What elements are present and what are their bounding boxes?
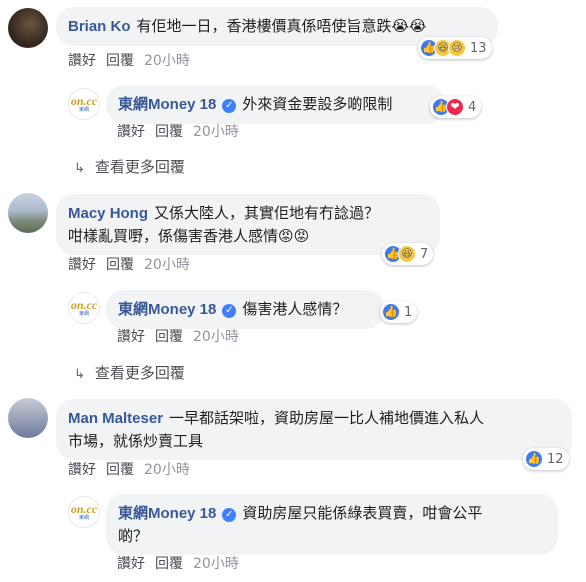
reaction-count: 12 [547, 451, 564, 467]
avatar[interactable] [8, 193, 48, 233]
reply-actions: 讚好 回覆 20小時 [117, 328, 249, 346]
reply-actions: 讚好 回覆 20小時 [117, 123, 249, 141]
timestamp[interactable]: 20小時 [144, 257, 190, 273]
reply-bubble: 東網Money 18 ✓ 外來資金要設多啲限制 [106, 85, 444, 124]
comment-text-line1: 又係大陸人，其實佢地有冇諗過？ [154, 204, 380, 222]
on-cc-logo: on.cc 東網 [68, 496, 100, 528]
verified-icon: ✓ [222, 508, 237, 522]
avatar[interactable] [8, 8, 48, 48]
like-button[interactable]: 讚好 [117, 556, 145, 572]
avatar[interactable]: on.cc 東網 [68, 292, 100, 324]
sad-icon: 😢 [448, 39, 466, 57]
haha-icon: 😆 [398, 245, 416, 263]
reaction-count: 7 [420, 246, 429, 262]
comment-text-line2: 市場，就係炒賣工具 [68, 432, 204, 450]
comment-text-line2: 咁樣亂買嘢，係傷害香港人感情😡😡 [68, 227, 310, 245]
avatar[interactable]: on.cc 東網 [68, 88, 100, 120]
avatar[interactable]: on.cc 東網 [68, 496, 100, 528]
verified-icon: ✓ [222, 99, 237, 113]
comment-author[interactable]: Brian Ko [68, 18, 131, 35]
reaction-summary[interactable]: 👍 ❤ 4 [430, 96, 482, 118]
reply-arrow-icon: ↳ [74, 367, 85, 382]
like-icon: 👍 [525, 450, 543, 468]
reply-text-line1: 資助房屋只能係綠表買賣，咁會公平 [242, 504, 483, 522]
verified-icon: ✓ [222, 304, 237, 318]
reply-author[interactable]: 東網Money 18 [118, 96, 216, 113]
reply-button[interactable]: 回覆 [106, 462, 134, 478]
on-cc-logo: on.cc 東網 [68, 292, 100, 324]
reply-text: 傷害港人感情？ [242, 300, 348, 318]
like-button[interactable]: 讚好 [68, 462, 96, 478]
comment-actions: 讚好 回覆 20小時 [68, 52, 200, 70]
timestamp[interactable]: 20小時 [144, 53, 190, 69]
reaction-summary[interactable]: 👍 😆 7 [382, 243, 434, 265]
reply-text: 外來資金要設多啲限制 [242, 95, 393, 113]
comment-bubble: Macy Hong 又係大陸人，其實佢地有冇諗過？ 咁樣亂買嘢，係傷害香港人感情😡… [56, 194, 440, 255]
comment-bubble: Man Malteser 一早都話架啦，資助房屋一比人補地價進入私人 市場，就係炒… [56, 399, 572, 460]
reply-bubble: 東網Money 18 ✓ 傷害港人感情？ [106, 290, 384, 329]
reply-button[interactable]: 回覆 [155, 329, 183, 345]
timestamp[interactable]: 20小時 [193, 329, 239, 345]
comment-text: 有佢地一日，香港樓價真係唔使旨意跌😭😭 [136, 17, 427, 35]
love-icon: ❤ [446, 98, 464, 116]
reply-actions: 讚好 回覆 20小時 [117, 555, 249, 573]
like-button[interactable]: 讚好 [117, 124, 145, 140]
reaction-summary[interactable]: 👍 1 [380, 301, 418, 323]
reply-button[interactable]: 回覆 [106, 53, 134, 69]
view-more-replies[interactable]: ↳ 查看更多回覆 [74, 363, 185, 385]
reaction-count: 1 [404, 304, 413, 320]
view-more-label: 查看更多回覆 [94, 364, 185, 382]
timestamp[interactable]: 20小時 [144, 462, 190, 478]
reply-author[interactable]: 東網Money 18 [118, 301, 216, 318]
like-button[interactable]: 讚好 [117, 329, 145, 345]
like-button[interactable]: 讚好 [68, 53, 96, 69]
comment-author[interactable]: Macy Hong [68, 205, 148, 222]
comment-actions: 讚好 回覆 20小時 [68, 256, 200, 274]
comment-actions: 讚好 回覆 20小時 [68, 461, 200, 479]
like-icon: 👍 [382, 303, 400, 321]
reaction-summary[interactable]: 👍 12 [523, 448, 569, 470]
comment-author[interactable]: Man Malteser [68, 410, 163, 427]
view-more-label: 查看更多回覆 [94, 158, 185, 176]
reply-button[interactable]: 回覆 [106, 257, 134, 273]
timestamp[interactable]: 20小時 [193, 124, 239, 140]
on-cc-logo: on.cc 東網 [68, 88, 100, 120]
reply-bubble: 東網Money 18 ✓ 資助房屋只能係綠表買賣，咁會公平 啲？ [106, 494, 558, 555]
like-button[interactable]: 讚好 [68, 257, 96, 273]
avatar[interactable] [8, 398, 48, 438]
comment-text-line1: 一早都話架啦，資助房屋一比人補地價進入私人 [169, 409, 485, 427]
reaction-count: 13 [470, 40, 487, 56]
reply-button[interactable]: 回覆 [155, 124, 183, 140]
reply-text-line2: 啲？ [118, 527, 149, 545]
reply-author[interactable]: 東網Money 18 [118, 505, 216, 522]
reply-arrow-icon: ↳ [74, 161, 85, 176]
view-more-replies[interactable]: ↳ 查看更多回覆 [74, 157, 185, 179]
timestamp[interactable]: 20小時 [193, 556, 239, 572]
reaction-count: 4 [468, 99, 477, 115]
reply-button[interactable]: 回覆 [155, 556, 183, 572]
reaction-summary[interactable]: 👍 😆 😢 13 [418, 37, 492, 59]
